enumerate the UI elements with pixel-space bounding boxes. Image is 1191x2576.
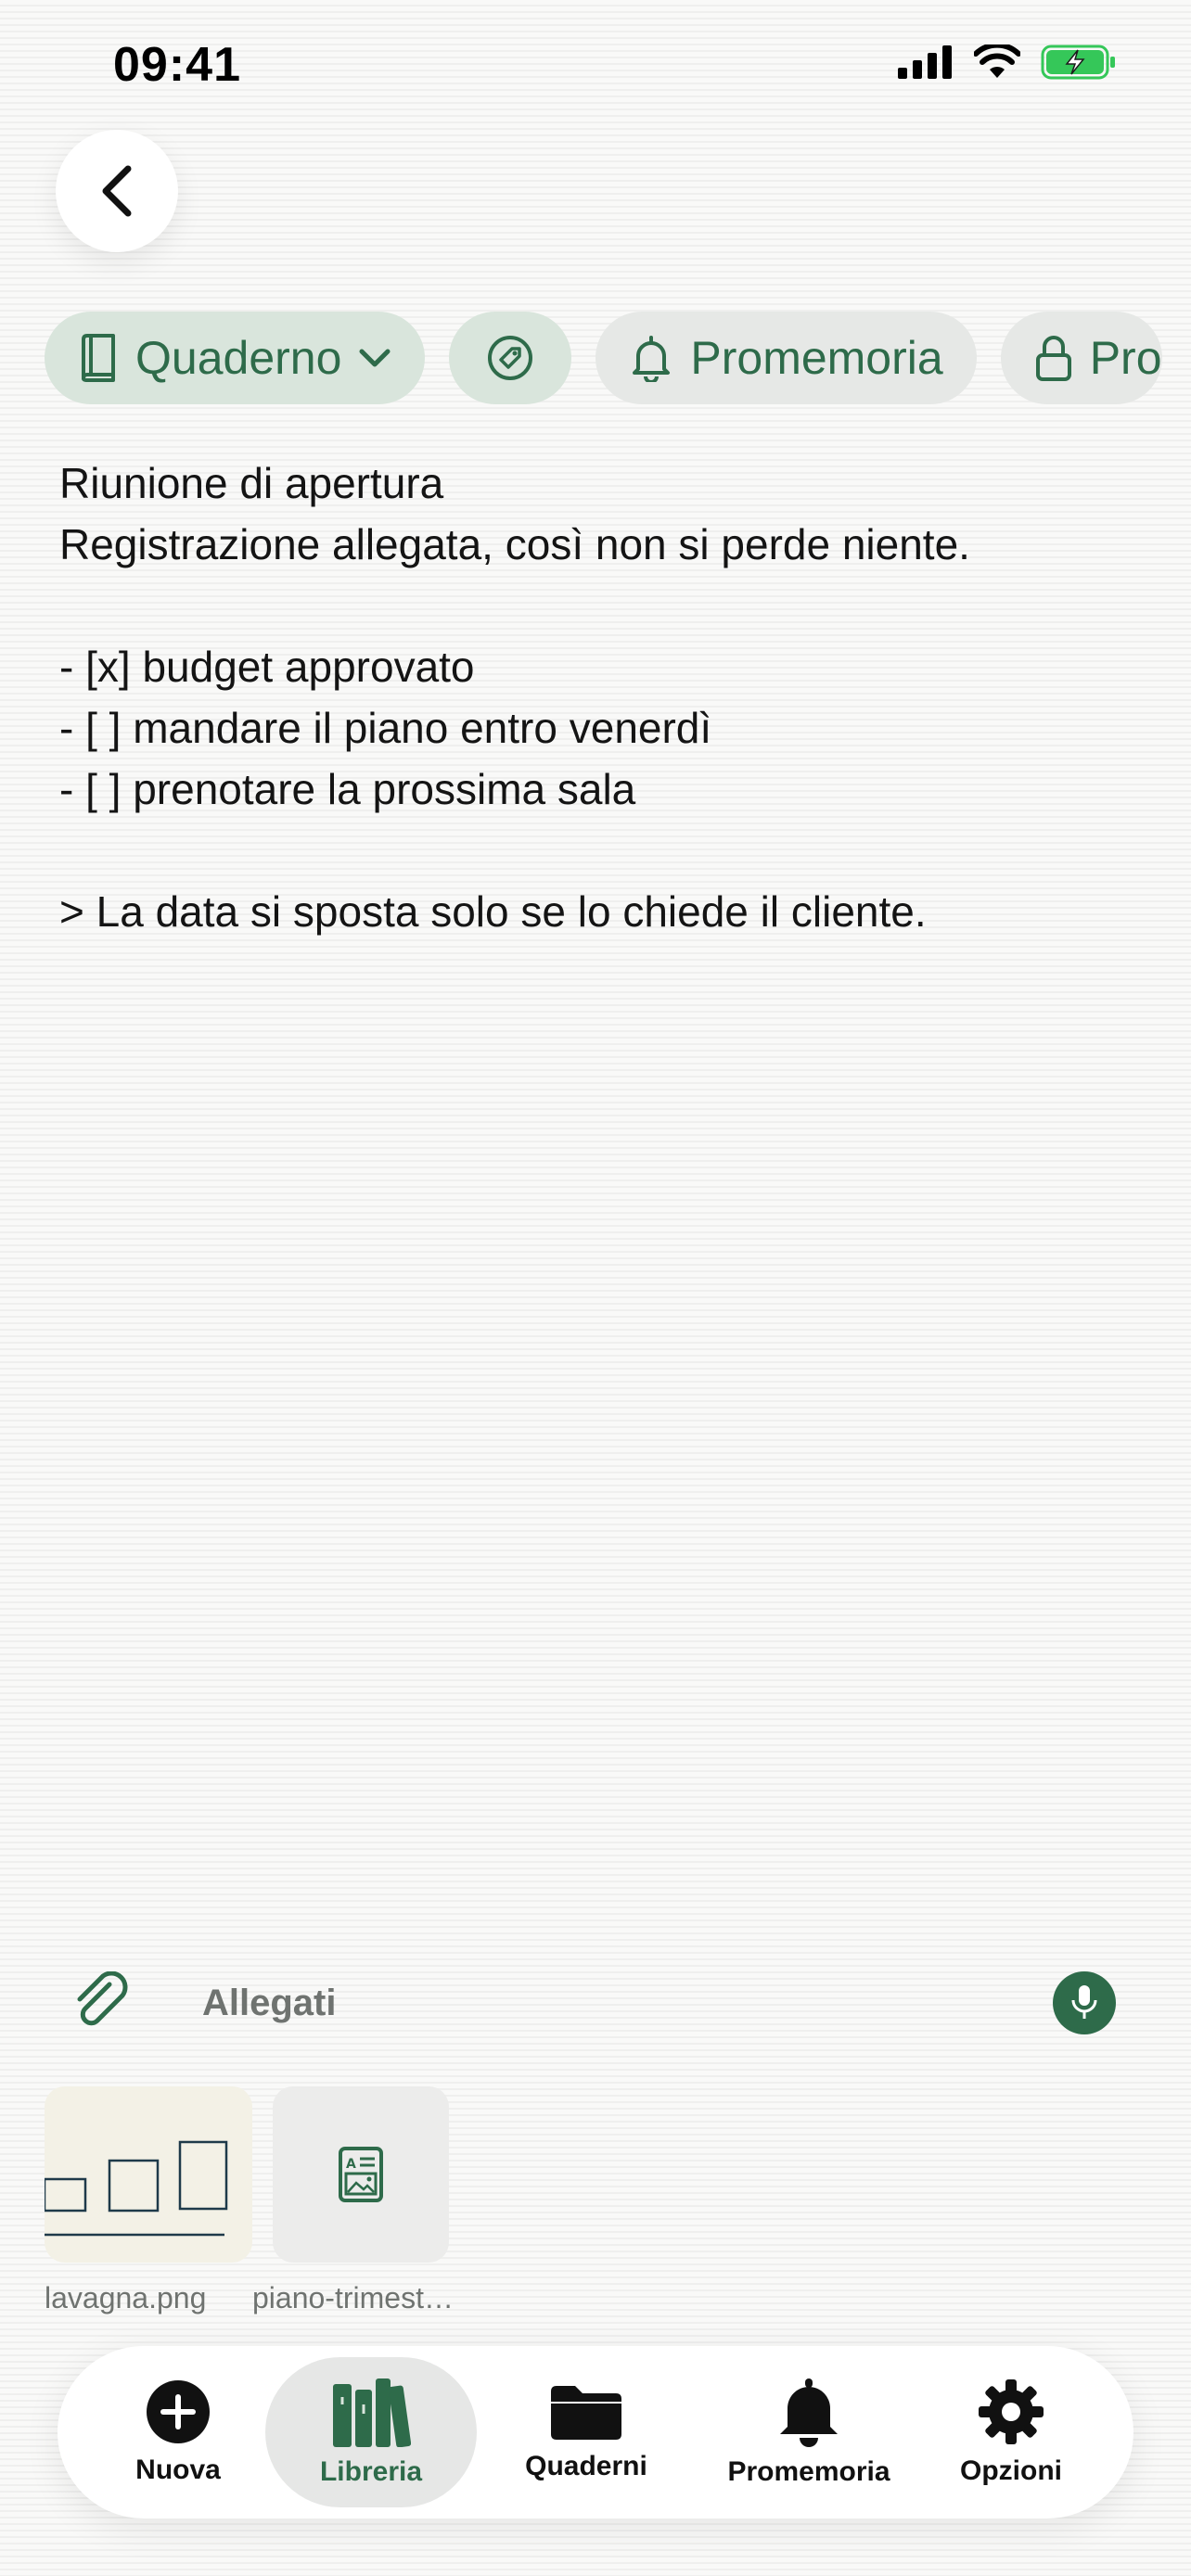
tab-bar: Nuova Libreria Quaderni Promemoria Opzio… [58,2346,1133,2519]
image-preview [45,2140,228,2237]
tab-notebooks-label: Quaderni [525,2451,647,2481]
reminder-chip-label: Promemoria [690,332,943,384]
tab-new-label: Nuova [135,2455,221,2485]
bell-icon [633,336,671,382]
tab-reminders-label: Promemoria [727,2456,890,2487]
note-line [59,820,1135,881]
note-title: Riunione di apertura [59,459,444,507]
books-icon [333,2378,411,2447]
notebook-icon [82,334,115,382]
tab-options[interactable]: Opzioni [946,2346,1076,2519]
tag-icon [488,336,533,380]
tab-new[interactable]: Nuova [113,2346,243,2519]
reminder-chip[interactable]: Promemoria [596,312,977,404]
note-checklist-item: - [ ] prenotare la prossima sala [59,765,636,813]
attach-button[interactable] [72,1970,134,2039]
lock-icon [1035,336,1071,381]
svg-text:A: A [346,2157,356,2172]
note-checklist-item: - [ ] mandare il piano entro venerdì [59,704,712,752]
tab-library[interactable]: Libreria [265,2346,477,2519]
document-image-icon: A [339,2147,383,2202]
chip-row: Quaderno Promemoria Pro [45,312,1191,406]
chevron-left-icon [102,165,132,217]
wifi-icon [974,45,1020,78]
note-quote: > La data si sposta solo se lo chiede il… [59,887,927,936]
plus-circle-icon [147,2380,210,2443]
note-checklist-item: - [x] budget approvato [59,643,475,691]
record-audio-button[interactable] [1053,1971,1116,2034]
attachment-filename: lavagna.png [45,2281,207,2315]
tab-notebooks[interactable]: Quaderni [493,2346,679,2519]
paperclip-icon [77,1970,128,2026]
note-line [59,575,1135,636]
gear-icon [979,2379,1044,2444]
folder-icon [551,2386,621,2440]
back-button[interactable] [56,130,178,252]
status-time: 09:41 [113,38,241,92]
tag-chip[interactable] [449,312,572,404]
note-editor[interactable]: Riunione di apertura Registrazione alleg… [59,453,1135,942]
notebook-chip-label: Quaderno [135,332,342,384]
tab-library-label: Libreria [319,2456,423,2487]
attachments-label: Allegati [202,1983,337,2023]
status-icons [898,45,1117,80]
microphone-icon [1071,1985,1097,2019]
protect-chip[interactable]: Pro [1000,312,1162,404]
attachment-thumbnail-document[interactable]: A [273,2086,449,2263]
bell-icon [780,2378,838,2447]
chevron-down-icon [359,349,391,367]
note-line: Registrazione allegata, così non si perd… [59,520,970,568]
protect-chip-label: Pro [1089,332,1162,384]
signal-icon [898,45,952,79]
attachment-filename: piano-trimest… [252,2281,454,2315]
notebook-chip[interactable]: Quaderno [45,312,426,404]
battery-charging-icon [1041,45,1115,80]
attachment-thumbnail-image[interactable] [45,2086,252,2263]
tab-options-label: Opzioni [960,2455,1062,2486]
tab-reminders[interactable]: Promemoria [698,2346,920,2519]
